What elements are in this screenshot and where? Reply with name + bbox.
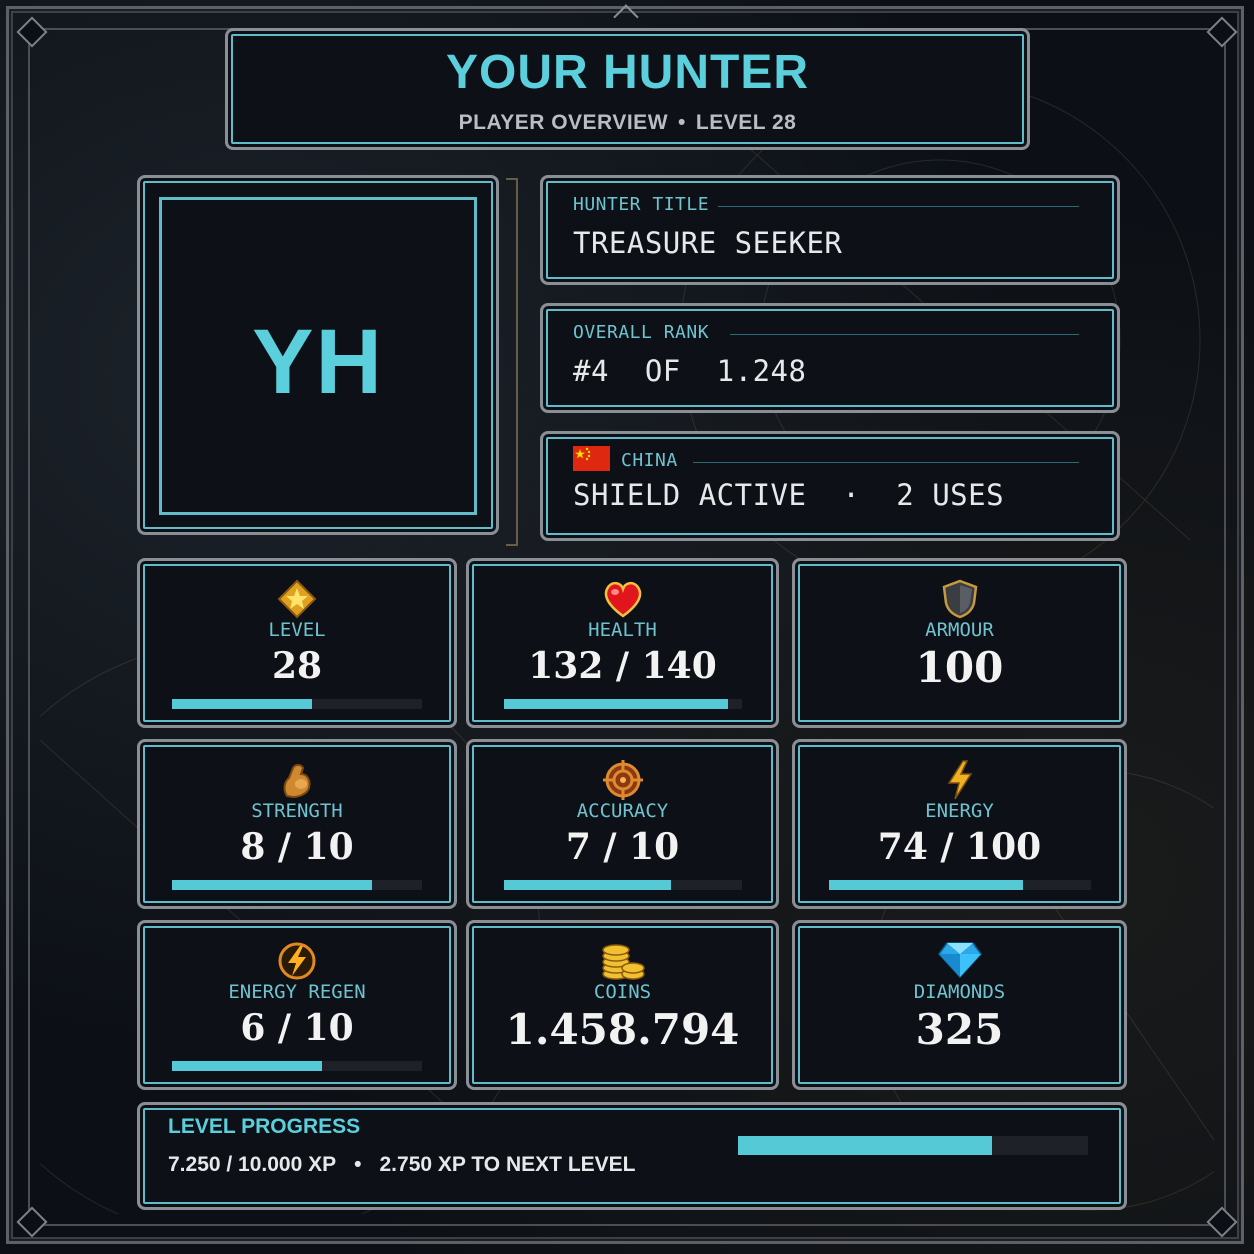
avatar-initials: YH: [252, 311, 384, 413]
xp-progress-bar: [738, 1136, 1088, 1155]
stat-card-health[interactable]: HEALTH 132 / 140: [466, 558, 779, 728]
strength-progress-bar: [172, 880, 422, 890]
stat-value: 132 / 140: [528, 645, 717, 687]
coins-icon: [469, 941, 776, 981]
star-badge-icon: [140, 579, 454, 619]
subtitle-level: LEVEL 28: [695, 111, 797, 134]
xp-value: 7.250 / 10.000 XP: [168, 1153, 337, 1176]
stat-card-accuracy[interactable]: ACCURACY 7 / 10: [466, 739, 779, 909]
stat-label: STRENGTH: [251, 800, 343, 822]
overall-rank-value: #4 OF 1.248: [573, 354, 807, 388]
stat-label: ARMOUR: [925, 619, 994, 641]
strength-progress-fill: [172, 880, 372, 890]
stat-label: LEVEL: [268, 619, 326, 641]
stat-label: COINS: [593, 981, 652, 1003]
hunter-title-value: TREASURE SEEKER: [573, 226, 843, 260]
level-progress-text: 7.250 / 10.000 XP • 2.750 XP TO NEXT LEVEL: [168, 1153, 636, 1177]
divider-line: [693, 462, 1079, 463]
lightning-circle-icon: [140, 941, 454, 981]
xp-progress-fill: [738, 1136, 992, 1155]
accuracy-progress-fill: [504, 880, 671, 890]
shield-icon: [795, 579, 1124, 619]
lightning-icon: [795, 760, 1124, 800]
stat-card-strength[interactable]: STRENGTH 8 / 10: [137, 739, 457, 909]
stat-label: ACCURACY: [576, 800, 669, 822]
subtitle-overview: PLAYER OVERVIEW: [458, 111, 669, 134]
stat-value: 8 / 10: [240, 826, 354, 868]
stat-card-energy-regen[interactable]: ENERGY REGEN 6 / 10: [137, 920, 457, 1090]
crosshair-icon: [469, 760, 776, 800]
diamond-icon: [795, 941, 1124, 981]
divider-line: [730, 334, 1079, 335]
divider-line: [718, 206, 1079, 207]
avatar-frame: YH: [159, 197, 477, 515]
energy-regen-progress-fill: [172, 1061, 322, 1071]
stat-card-armour[interactable]: ARMOUR 100: [792, 558, 1127, 728]
stat-label: DIAMONDS: [913, 981, 1006, 1003]
stat-value: 7 / 10: [565, 826, 680, 868]
xp-separator: •: [354, 1153, 362, 1176]
shield-status: SHIELD ACTIVE · 2 USES: [573, 478, 1005, 512]
heart-icon: [469, 579, 776, 619]
stat-label: ENERGY REGEN: [228, 981, 366, 1003]
energy-progress-bar: [829, 880, 1091, 890]
bracket-ornament: [506, 178, 518, 546]
stat-value: 28: [271, 645, 323, 687]
overall-rank-panel: OVERALL RANK #4 OF 1.248: [540, 303, 1120, 413]
stat-value: 6 / 10: [240, 1007, 354, 1049]
health-progress-bar: [504, 699, 742, 709]
stat-card-level[interactable]: LEVEL 28: [137, 558, 457, 728]
overall-rank-label: OVERALL RANK: [573, 322, 710, 343]
stat-label: ENERGY: [925, 800, 994, 822]
stat-value: 74 / 100: [877, 826, 1042, 868]
level-progress-fill: [172, 699, 312, 709]
energy-progress-fill: [829, 880, 1023, 890]
flexed-arm-icon: [140, 760, 454, 800]
stat-value: 325: [915, 1005, 1004, 1054]
stat-value: 1.458.794: [505, 1005, 740, 1054]
country-label: CHINA: [621, 450, 678, 471]
health-progress-fill: [504, 699, 728, 709]
avatar[interactable]: YH: [137, 175, 499, 535]
header-panel: YOUR HUNTER PLAYER OVERVIEW • LEVEL 28: [225, 28, 1030, 150]
stat-card-energy[interactable]: ENERGY 74 / 100: [792, 739, 1127, 909]
stat-value: 100: [915, 643, 1004, 692]
country-panel: CHINA SHIELD ACTIVE · 2 USES: [540, 431, 1120, 541]
level-progress-label: LEVEL PROGRESS: [168, 1115, 361, 1138]
energy-regen-progress-bar: [172, 1061, 422, 1071]
hunter-title-panel: HUNTER TITLE TREASURE SEEKER: [540, 175, 1120, 285]
level-progress-bar: [172, 699, 422, 709]
stat-card-coins[interactable]: COINS 1.458.794: [466, 920, 779, 1090]
hunter-title-label: HUNTER TITLE: [573, 194, 710, 215]
accuracy-progress-bar: [504, 880, 742, 890]
page-subtitle: PLAYER OVERVIEW • LEVEL 28: [228, 111, 1027, 135]
china-flag-icon: [573, 446, 610, 471]
subtitle-separator: •: [678, 111, 686, 134]
level-progress-panel: LEVEL PROGRESS 7.250 / 10.000 XP • 2.750 X…: [137, 1102, 1127, 1210]
page-title: YOUR HUNTER: [445, 46, 809, 99]
stat-card-diamonds[interactable]: DIAMONDS 325: [792, 920, 1127, 1090]
xp-to-next: 2.750 XP TO NEXT LEVEL: [379, 1153, 636, 1176]
stat-label: HEALTH: [588, 619, 657, 641]
